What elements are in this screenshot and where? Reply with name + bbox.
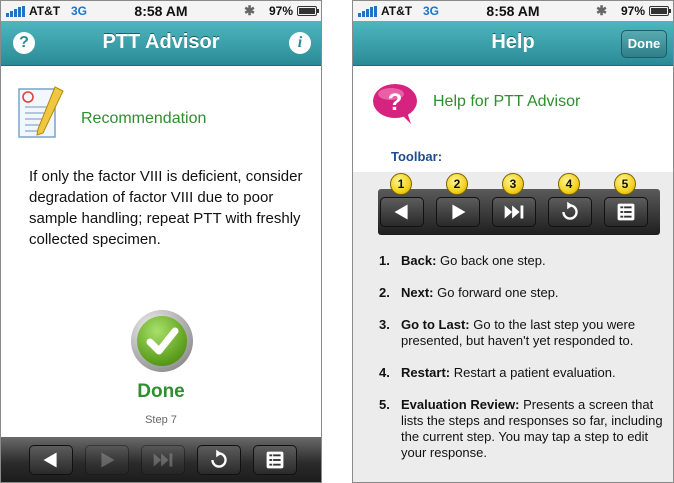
back-button-illustration (380, 197, 424, 227)
restart-button[interactable] (197, 445, 241, 475)
callout-badge-2: 2 (446, 173, 468, 195)
step-indicator: Step 7 (145, 414, 177, 426)
list-item: 3. Go to Last: Go to the last step you w… (379, 317, 671, 349)
restart-icon (211, 449, 227, 468)
done-checkmark-icon[interactable] (131, 310, 193, 372)
callout-badge-5: 5 (614, 173, 636, 195)
svg-text:?: ? (388, 89, 403, 116)
battery-percent: 97% (620, 4, 645, 18)
go-to-last-icon (504, 205, 524, 219)
evaluation-review-button-illustration (604, 197, 648, 227)
done-label: Done (137, 381, 185, 402)
toolbar-illustration (378, 189, 660, 235)
item-term: Evaluation Review: (401, 397, 520, 412)
nav-bar: ? PTT Advisor i (1, 21, 321, 66)
help-screen: AT&T 3G 8:58 AM ✱ 97% Help Done ? Help f… (352, 0, 674, 483)
battery-percent: 97% (268, 4, 293, 18)
item-description: Go back one step. (440, 253, 546, 268)
recommendation-text: If only the factor VIII is deficient, co… (29, 168, 303, 248)
ptt-advisor-screen: AT&T 3G 8:58 AM ✱ 97% ? PTT Advisor i Re… (0, 0, 322, 483)
nav-bar: Help Done (353, 21, 673, 66)
item-term: Go to Last: (401, 317, 470, 332)
evaluation-review-icon (266, 451, 284, 469)
restart-icon (562, 201, 578, 220)
item-term: Restart: (401, 365, 451, 380)
item-number: 1. (379, 253, 390, 268)
item-number: 4. (379, 365, 390, 380)
recommendation-label: Recommendation (81, 110, 207, 127)
bluetooth-icon: ✱ (596, 3, 607, 18)
toolbar-label: Toolbar: (391, 149, 443, 164)
go-to-last-button-illustration (492, 197, 536, 227)
help-speech-bubble-icon: ? (373, 84, 417, 124)
info-icon[interactable]: i (289, 32, 311, 54)
back-arrow-icon (43, 452, 57, 468)
bluetooth-icon: ✱ (244, 3, 255, 18)
list-item: 2. Next: Go forward one step. (379, 285, 671, 301)
list-item: 1. Back: Go back one step. (379, 253, 671, 269)
item-number: 2. (379, 285, 390, 300)
status-bar: AT&T 3G 8:58 AM ✱ 97% (1, 1, 321, 22)
battery-icon (649, 6, 671, 16)
recommendation-document-icon (18, 86, 64, 138)
list-item: 5. Evaluation Review: Presents a screen … (379, 397, 671, 461)
next-button-illustration (436, 197, 480, 227)
next-arrow-icon (452, 204, 466, 220)
status-bar: AT&T 3G 8:58 AM ✱ 97% (353, 1, 673, 22)
restart-button-illustration (548, 197, 592, 227)
back-arrow-icon (394, 204, 408, 220)
callout-badge-4: 4 (558, 173, 580, 195)
help-heading: Help for PTT Advisor (433, 93, 581, 110)
list-item: 4. Restart: Restart a patient evaluation… (379, 365, 671, 381)
item-description: Go forward one step. (437, 285, 559, 300)
item-number: 3. (379, 317, 390, 332)
evaluation-review-icon (617, 203, 635, 221)
go-to-last-icon (153, 453, 173, 467)
next-arrow-icon (101, 452, 115, 468)
next-button[interactable] (85, 445, 129, 475)
help-list: 1. Back: Go back one step. 2. Next: Go f… (379, 253, 671, 477)
page-title: PTT Advisor (102, 31, 220, 53)
item-term: Next: (401, 285, 434, 300)
done-button[interactable]: Done (621, 30, 667, 58)
callout-badge-3: 3 (502, 173, 524, 195)
battery-icon (297, 6, 319, 16)
item-term: Back: (401, 253, 437, 268)
item-description: Restart a patient evaluation. (453, 365, 616, 380)
bottom-toolbar (1, 437, 321, 482)
back-button[interactable] (29, 445, 73, 475)
callout-badge-1: 1 (390, 173, 412, 195)
item-number: 5. (379, 397, 390, 412)
go-to-last-button[interactable] (141, 445, 185, 475)
evaluation-review-button[interactable] (253, 445, 297, 475)
